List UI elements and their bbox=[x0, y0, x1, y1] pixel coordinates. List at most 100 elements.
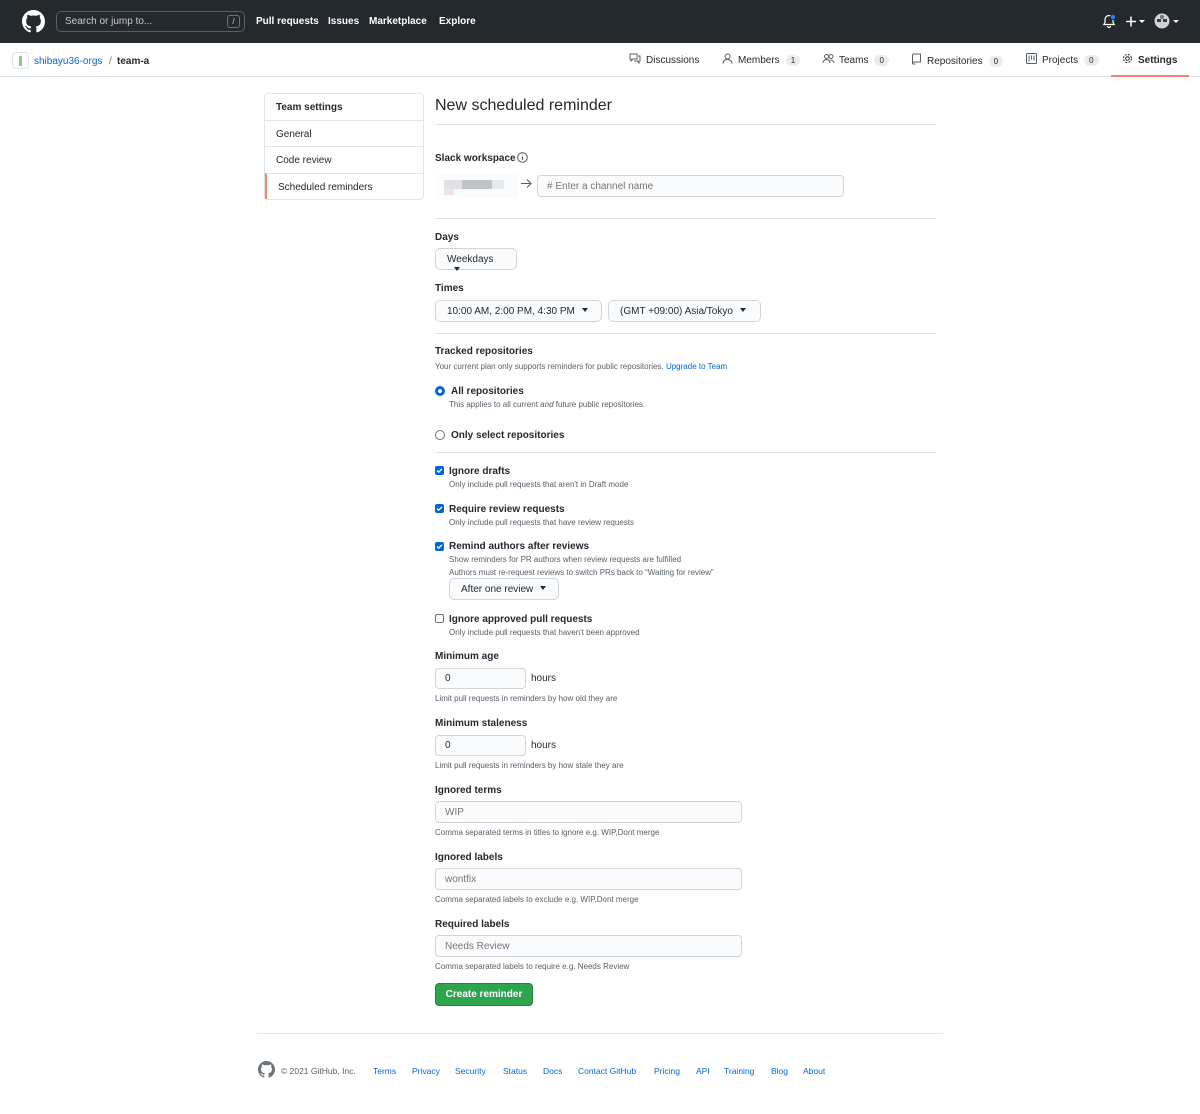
org-avatar bbox=[12, 52, 29, 69]
minimum-staleness-input[interactable] bbox=[435, 735, 526, 756]
footer-link-api[interactable]: API bbox=[696, 1066, 710, 1076]
tab-repositories-label: Repositories bbox=[927, 56, 983, 67]
footer-link-terms[interactable]: Terms bbox=[373, 1066, 396, 1076]
global-header: Search or jump to... / Pull requests Issu… bbox=[0, 0, 1200, 43]
footer-link-docs[interactable]: Docs bbox=[543, 1066, 562, 1076]
footer-link-contact[interactable]: Contact GitHub bbox=[578, 1066, 636, 1076]
radio-select-label: Only select repositories bbox=[451, 430, 565, 441]
upgrade-link[interactable]: Upgrade to Team bbox=[666, 362, 727, 371]
minimum-age-input[interactable] bbox=[435, 668, 526, 689]
footer-link-security[interactable]: Security bbox=[455, 1066, 486, 1076]
required-labels-label: Required labels bbox=[435, 919, 510, 930]
create-new-plus-icon[interactable] bbox=[1126, 15, 1146, 28]
radio-all-note: This applies to all current and future p… bbox=[449, 400, 645, 409]
ignored-labels-input[interactable] bbox=[435, 868, 742, 890]
days-select[interactable]: Weekdays bbox=[435, 248, 517, 271]
people-icon bbox=[822, 54, 835, 64]
checkmark-icon bbox=[436, 506, 443, 512]
required-labels-input[interactable] bbox=[435, 935, 742, 957]
breadcrumb-org-link[interactable]: shibayu36-orgs bbox=[34, 56, 102, 67]
radio-all-note-b: future public repositories. bbox=[555, 400, 646, 409]
github-mark-icon[interactable] bbox=[258, 1061, 275, 1078]
team-header bbox=[0, 43, 1200, 77]
settings-sidebar: Team settings General Code review Schedu… bbox=[264, 93, 424, 200]
tab-teams-label: Teams bbox=[839, 55, 869, 66]
ignored-labels-label: Ignored labels bbox=[435, 852, 503, 863]
footer-link-about[interactable]: About bbox=[803, 1066, 825, 1076]
ignored-terms-note: Comma separated terms in titles to ignor… bbox=[435, 828, 660, 837]
tab-teams[interactable]: Teams 0 bbox=[822, 53, 889, 73]
tab-projects[interactable]: Projects 0 bbox=[1026, 53, 1099, 73]
timezone-value: (GMT +09:00) Asia/Tokyo bbox=[620, 306, 733, 317]
tab-settings-label: Settings bbox=[1138, 55, 1178, 66]
ignore-drafts-note: Only include pull requests that aren't i… bbox=[449, 480, 629, 489]
footer-link-pricing[interactable]: Pricing bbox=[654, 1066, 680, 1076]
times-label: Times bbox=[435, 283, 464, 294]
ignore-approved-checkbox[interactable] bbox=[435, 614, 444, 623]
breadcrumb-separator: / bbox=[109, 56, 112, 67]
chevron-down-icon bbox=[454, 267, 460, 271]
radio-all-repositories[interactable] bbox=[435, 386, 445, 396]
ignored-labels-note: Comma separated labels to exclude e.g. W… bbox=[435, 895, 639, 904]
avatar[interactable] bbox=[1154, 13, 1180, 30]
active-tab-underline bbox=[1111, 75, 1189, 77]
ignored-terms-input[interactable] bbox=[435, 801, 742, 823]
github-logo-icon[interactable] bbox=[22, 10, 45, 33]
require-review-checkbox[interactable] bbox=[435, 504, 444, 513]
person-icon bbox=[722, 53, 733, 64]
tracked-repositories-label: Tracked repositories bbox=[435, 346, 533, 357]
repo-icon bbox=[912, 53, 921, 65]
divider bbox=[435, 333, 936, 334]
remind-authors-checkbox[interactable] bbox=[435, 542, 444, 551]
divider bbox=[435, 218, 936, 219]
sidebar-item-code-review[interactable]: Code review bbox=[265, 146, 423, 172]
tracked-note-text: Your current plan only supports reminder… bbox=[435, 362, 664, 371]
timezone-select[interactable]: (GMT +09:00) Asia/Tokyo bbox=[608, 300, 761, 322]
ignore-drafts-label: Ignore drafts bbox=[449, 466, 511, 477]
require-review-note: Only include pull requests that have rev… bbox=[449, 518, 634, 527]
chevron-down-icon bbox=[581, 308, 588, 312]
repositories-count: 0 bbox=[988, 56, 1004, 67]
notification-bell-icon[interactable] bbox=[1102, 14, 1116, 29]
teams-count: 0 bbox=[874, 55, 889, 66]
times-value: 10:00 AM, 2:00 PM, 4:30 PM bbox=[447, 306, 575, 317]
slack-workspace-avatar bbox=[436, 174, 518, 198]
footer-link-privacy[interactable]: Privacy bbox=[412, 1066, 440, 1076]
tab-settings[interactable]: Settings bbox=[1122, 53, 1177, 73]
ignore-drafts-checkbox[interactable] bbox=[435, 466, 444, 475]
times-select[interactable]: 10:00 AM, 2:00 PM, 4:30 PM bbox=[435, 300, 602, 322]
after-review-select[interactable]: After one review bbox=[449, 578, 559, 600]
search-input[interactable]: Search or jump to... / bbox=[56, 11, 245, 32]
sidebar-item-scheduled-reminders[interactable]: Scheduled reminders bbox=[265, 173, 423, 199]
minimum-staleness-unit: hours bbox=[531, 740, 557, 751]
nav-explore[interactable]: Explore bbox=[439, 16, 476, 27]
nav-issues[interactable]: Issues bbox=[328, 16, 359, 27]
tab-members[interactable]: Members 1 bbox=[722, 53, 801, 73]
radio-select-repositories[interactable] bbox=[435, 430, 445, 440]
project-icon bbox=[1026, 53, 1037, 64]
remind-authors-note2: Authors must re-request reviews to switc… bbox=[449, 568, 714, 577]
after-review-value: After one review bbox=[461, 584, 534, 595]
tab-discussions-label: Discussions bbox=[646, 55, 700, 66]
channel-name-input[interactable] bbox=[537, 175, 844, 197]
footer-link-training[interactable]: Training bbox=[724, 1066, 754, 1076]
footer-copyright: © 2021 GitHub, Inc. bbox=[281, 1066, 356, 1076]
minimum-age-note: Limit pull requests in reminders by how … bbox=[435, 694, 618, 703]
tracked-repositories-note: Your current plan only supports reminder… bbox=[435, 362, 727, 371]
info-icon[interactable] bbox=[517, 152, 528, 163]
minimum-staleness-note: Limit pull requests in reminders by how … bbox=[435, 761, 624, 770]
minimum-staleness-label: Minimum staleness bbox=[435, 718, 528, 729]
nav-pull-requests[interactable]: Pull requests bbox=[256, 16, 319, 27]
discussions-icon bbox=[629, 53, 641, 65]
nav-marketplace[interactable]: Marketplace bbox=[369, 16, 427, 27]
tab-repositories[interactable]: Repositories 0 bbox=[911, 53, 1004, 73]
create-reminder-button[interactable]: Create reminder bbox=[435, 983, 533, 1006]
tab-discussions[interactable]: Discussions bbox=[629, 53, 699, 73]
require-review-label: Require review requests bbox=[449, 504, 565, 515]
footer-link-status[interactable]: Status bbox=[503, 1066, 527, 1076]
tab-projects-label: Projects bbox=[1042, 55, 1079, 66]
tab-members-label: Members bbox=[738, 55, 780, 66]
sidebar-item-general[interactable]: General bbox=[265, 120, 423, 146]
footer-link-blog[interactable]: Blog bbox=[771, 1066, 788, 1076]
arrow-right-icon bbox=[521, 179, 532, 188]
